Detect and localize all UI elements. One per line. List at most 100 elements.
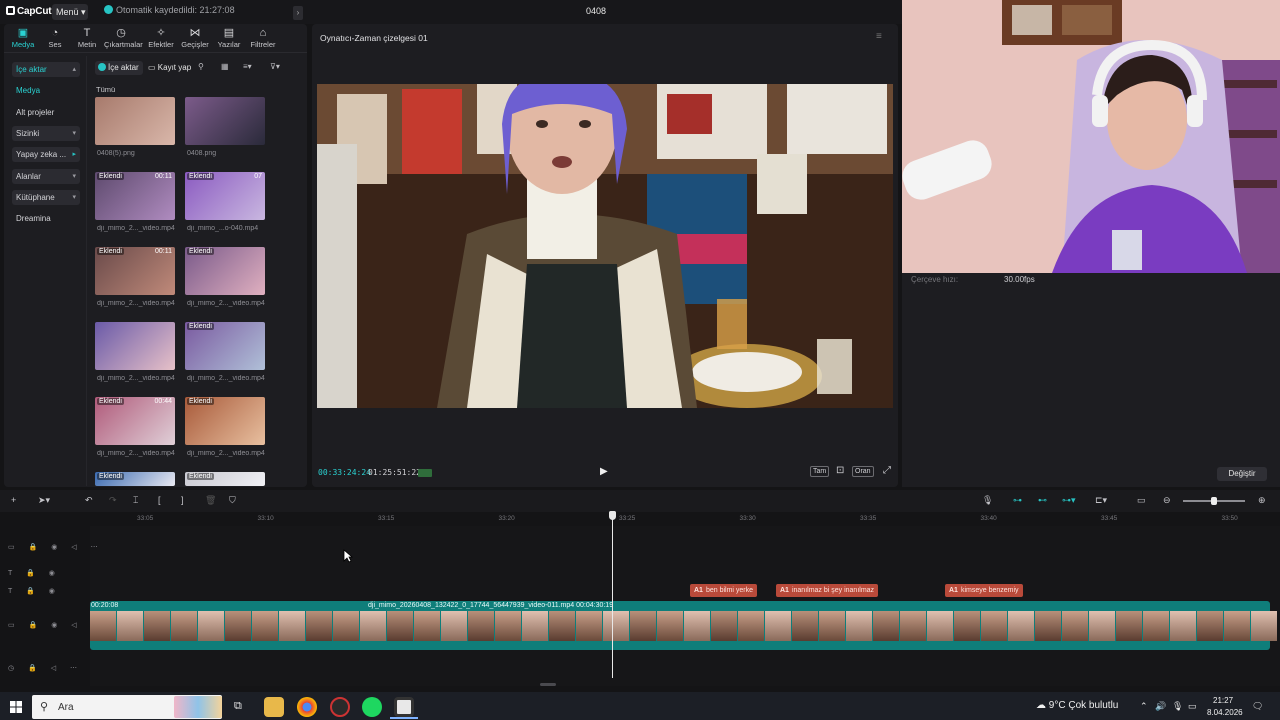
ruler-tick-label: 33:50	[1221, 515, 1238, 522]
aspect-ratio-button[interactable]: Oran	[852, 466, 874, 477]
task-view-icon[interactable]: ⧉	[234, 700, 242, 713]
play-icon[interactable]: ▶	[600, 466, 608, 477]
playhead-handle[interactable]	[609, 511, 616, 520]
clip-frame	[603, 611, 629, 641]
sort-icon[interactable]: ≡▾	[243, 62, 252, 71]
duration-label: 07	[254, 173, 262, 180]
tab-yazılar[interactable]: ▤ Yazılar	[212, 27, 246, 51]
weather-widget[interactable]: ☁ 9°C Çok bulutlu	[1036, 700, 1118, 711]
network-icon[interactable]: ▭	[1188, 701, 1197, 712]
obs-icon[interactable]	[330, 697, 350, 717]
sidebar-item[interactable]: İçe aktar ▴	[12, 62, 80, 77]
text-clip[interactable]: A1 inanılmaz bi şey inanılmaz	[776, 584, 879, 597]
clip-frame	[1062, 611, 1088, 641]
link-icon[interactable]: ⊶▾	[1062, 495, 1076, 506]
link-main-track-icon[interactable]: ⊶	[1013, 495, 1022, 506]
clock-date[interactable]: 8.04.2026	[1207, 708, 1243, 717]
split-icon[interactable]: ⌶	[133, 495, 138, 506]
clock-time[interactable]: 21:27	[1213, 696, 1233, 705]
media-thumbnail[interactable]: Eklendi 07	[185, 172, 265, 220]
notifications-icon[interactable]: 🗨	[1252, 701, 1263, 712]
sidebar-item-label: Alanlar	[16, 172, 41, 181]
caption-icon[interactable]: ▭	[1137, 495, 1146, 506]
track-controls-text[interactable]: T 🔒 ◉	[8, 569, 61, 577]
tab-ses[interactable]: ◔ Ses	[38, 27, 72, 51]
media-filename: 0408.png	[187, 150, 217, 157]
grid-toggle-icon[interactable]	[418, 469, 432, 477]
media-thumbnail[interactable]	[95, 322, 175, 370]
change-button[interactable]: Değiştir	[1217, 467, 1267, 481]
zoom-in-icon[interactable]: ⊕	[1258, 495, 1266, 506]
hamburger-menu-icon[interactable]: ≡	[876, 31, 882, 42]
media-thumbnail[interactable]: Eklendi	[185, 247, 265, 295]
media-thumbnail[interactable]: Eklendi 00:11	[95, 247, 175, 295]
sidebar-item[interactable]: Sizinki ▾	[12, 126, 80, 141]
media-thumbnail[interactable]: Eklendi 00:11	[95, 172, 175, 220]
microphone-icon[interactable]: 🎙	[1172, 701, 1183, 712]
media-thumbnail[interactable]: Eklendi 00:44	[95, 397, 175, 445]
text-clip[interactable]: A1 ben bilmi yerke	[690, 584, 758, 597]
media-thumbnail[interactable]	[95, 97, 175, 145]
chevron-up-icon[interactable]: ⌃	[1140, 701, 1148, 712]
playhead[interactable]	[612, 512, 613, 678]
sidebar-item[interactable]: Medya	[12, 83, 80, 98]
tab-çıkartmalar[interactable]: ◷ Çıkartmalar	[104, 27, 143, 51]
media-thumbnail[interactable]: Eklendi	[185, 322, 265, 370]
preview-axis-icon[interactable]: ⊏▾	[1095, 495, 1107, 506]
shield-icon[interactable]: ⛉	[229, 495, 236, 506]
filter-icon[interactable]: ⊽▾	[270, 62, 280, 71]
grid-view-icon[interactable]: ▦	[221, 62, 229, 71]
select-tool-icon[interactable]: ➤▾	[38, 495, 50, 506]
full-quality-button[interactable]: Tam	[810, 466, 830, 477]
video-preview[interactable]	[317, 84, 893, 408]
import-button[interactable]: İçe aktar	[95, 61, 143, 75]
timeline-scrollbar[interactable]	[540, 683, 556, 686]
media-thumbnail[interactable]: Eklendi	[185, 397, 265, 445]
sidebar-item[interactable]: Kütüphane ▾	[12, 190, 80, 205]
track-controls-video[interactable]: ▭ 🔒 ◉ ◁ ⋯	[8, 543, 104, 551]
volume-icon[interactable]: 🔊	[1155, 701, 1166, 712]
track-controls-text[interactable]: T 🔒 ◉	[8, 587, 61, 595]
track-controls-audio[interactable]: ◷ 🔒 ◁ ⋯	[8, 664, 83, 672]
media-thumbnail[interactable]: Eklendi	[95, 472, 175, 486]
zoom-out-icon[interactable]: ⊖	[1163, 495, 1171, 506]
tab-filtreler[interactable]: ⌂ Filtreler	[246, 27, 280, 51]
chrome-icon[interactable]	[297, 697, 317, 717]
undo-icon[interactable]: ↶	[85, 495, 93, 506]
record-button[interactable]: ▭ Kayıt yap	[148, 61, 196, 75]
redo-icon[interactable]: ↷	[109, 495, 117, 506]
spotify-icon[interactable]	[362, 697, 382, 717]
file-explorer-icon[interactable]	[264, 697, 284, 717]
microphone-icon[interactable]: 🎙	[982, 495, 993, 506]
clip-frame	[738, 611, 764, 641]
tab-metin[interactable]: T Metin	[70, 27, 104, 51]
sidebar-item[interactable]: Alanlar ▾	[12, 169, 80, 184]
tab-geçişler[interactable]: ⋈ Geçişler	[178, 27, 212, 51]
search-icon[interactable]: ⚲	[198, 62, 204, 71]
add-track-icon[interactable]: +	[11, 495, 16, 505]
screenshot-icon[interactable]: ⊡	[834, 466, 846, 477]
media-thumbnail[interactable]	[185, 97, 265, 145]
trim-right-icon[interactable]: ]	[181, 495, 184, 505]
sidebar-item[interactable]: Yapay zeka ... ▸	[12, 147, 80, 162]
media-thumbnail[interactable]: Eklendi	[185, 472, 265, 486]
clip-frame	[765, 611, 791, 641]
media-filename: dji_mimo_2..._video.mp4	[187, 450, 265, 457]
tab-efektler[interactable]: ✧ Efektler	[144, 27, 178, 51]
tab-medya[interactable]: ▣ Medya	[6, 27, 40, 51]
magnet-icon[interactable]: ⊷	[1038, 495, 1047, 506]
sidebar-item[interactable]: Dreamina	[12, 211, 80, 226]
search-placeholder: Ara	[58, 702, 74, 713]
clip-frame	[1251, 611, 1277, 641]
tabs-chevron-right-icon[interactable]: ›	[293, 6, 303, 20]
delete-icon[interactable]: 🗑	[205, 495, 216, 506]
windows-start-icon[interactable]	[10, 701, 22, 713]
capcut-taskbar-icon[interactable]	[394, 697, 414, 717]
trim-left-icon[interactable]: [	[158, 495, 161, 505]
fullscreen-icon[interactable]: ⤢	[881, 466, 893, 477]
menu-button[interactable]: Menü ▾	[52, 4, 88, 20]
sidebar-item[interactable]: Alt projeler	[12, 105, 80, 120]
clip-frame	[333, 611, 359, 641]
text-clip[interactable]: A1 kimseye benzemiy	[945, 584, 1023, 597]
zoom-slider-handle[interactable]	[1211, 497, 1217, 505]
